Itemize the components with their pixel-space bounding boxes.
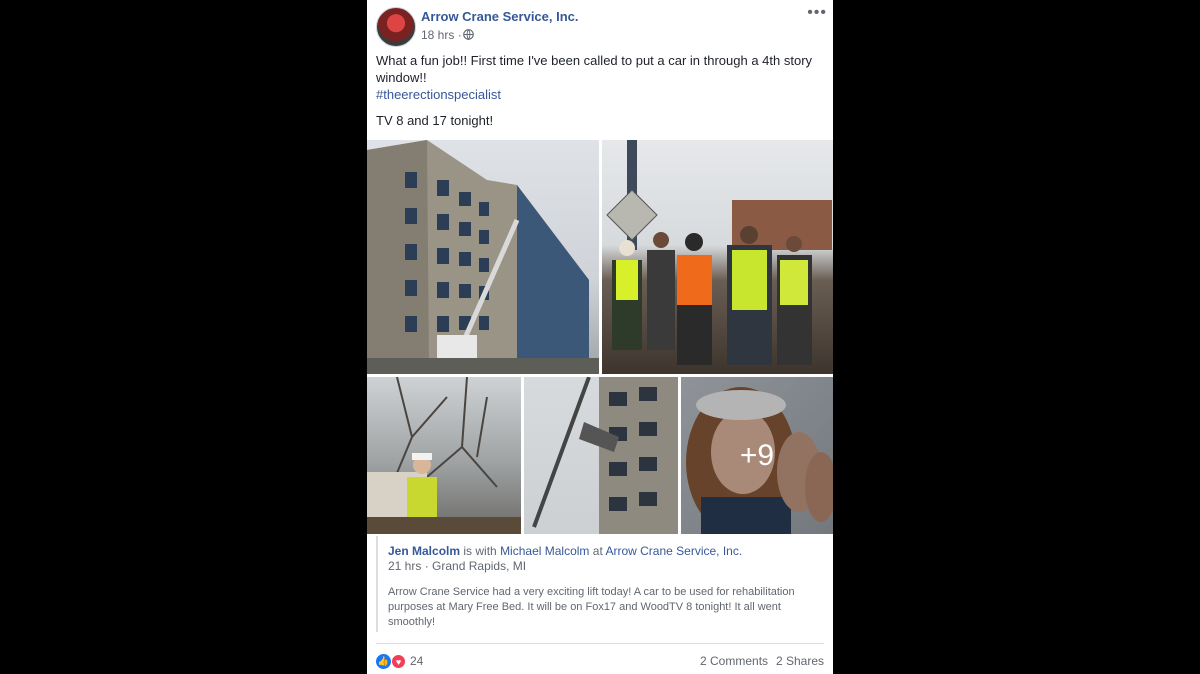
globe-icon <box>463 29 474 40</box>
post-text-line: What a fun job!! First time I've been ca… <box>376 53 813 85</box>
post-text-line-2: TV 8 and 17 tonight! <box>376 113 494 128</box>
photo-building-crane[interactable] <box>367 140 599 374</box>
like-reaction-icon[interactable]: 👍 <box>376 654 391 669</box>
page-avatar[interactable] <box>376 7 416 47</box>
shared-post: Jen Malcolm is with Michael Malcolm at A… <box>376 536 826 632</box>
shared-author-link[interactable]: Jen Malcolm <box>388 544 460 558</box>
shares-count-link[interactable]: 2 Shares <box>776 654 824 668</box>
photo-selfie-more[interactable]: +9 <box>681 377 833 534</box>
reaction-count[interactable]: 24 <box>410 654 423 668</box>
post-header: Arrow Crane Service, Inc. 18 hrs · ••• <box>367 0 833 52</box>
shared-post-header: Jen Malcolm is with Michael Malcolm at A… <box>388 544 743 558</box>
shared-timestamp[interactable]: 21 hrs <box>388 559 421 573</box>
more-options-button[interactable]: ••• <box>807 4 827 22</box>
shared-location[interactable]: Grand Rapids, MI <box>432 559 526 573</box>
post-timestamp[interactable]: 18 hrs · <box>421 28 462 42</box>
more-photos-overlay[interactable]: +9 <box>681 377 833 534</box>
page-name-link[interactable]: Arrow Crane Service, Inc. <box>421 9 579 24</box>
love-reaction-icon[interactable]: ♥ <box>391 654 406 669</box>
post-text: What a fun job!! First time I've been ca… <box>376 52 826 103</box>
tagged-person-link[interactable]: Michael Malcolm <box>500 544 589 558</box>
comments-count-link[interactable]: 2 Comments <box>700 654 768 668</box>
photo-crane-operator[interactable] <box>367 377 521 534</box>
photo-workers[interactable] <box>602 140 833 374</box>
hashtag-link[interactable]: #theerectionspecialist <box>376 87 501 102</box>
post-card: Arrow Crane Service, Inc. 18 hrs · ••• W… <box>367 0 833 674</box>
tagged-place-link[interactable]: Arrow Crane Service, Inc. <box>605 544 742 558</box>
post-footer: 👍 ♥ 24 2 Comments 2 Shares <box>367 644 833 674</box>
shared-post-meta: 21 hrs · Grand Rapids, MI <box>388 559 527 573</box>
shared-post-text: Arrow Crane Service had a very exciting … <box>388 586 795 628</box>
photo-car-lift[interactable] <box>524 377 678 534</box>
